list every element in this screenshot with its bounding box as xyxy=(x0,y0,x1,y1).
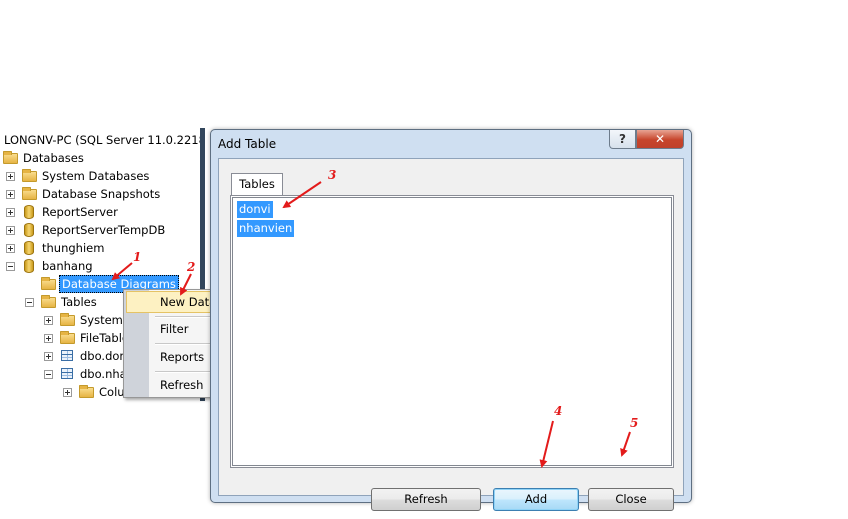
collapse-icon[interactable] xyxy=(6,262,15,271)
close-icon: ✕ xyxy=(654,132,666,146)
folder-icon xyxy=(79,385,94,398)
menu-item-label: Filter xyxy=(160,322,189,336)
help-icon: ? xyxy=(619,132,626,146)
snapshots-label: Database Snapshots xyxy=(42,187,161,201)
collapse-icon[interactable] xyxy=(25,298,34,307)
system-databases-label: System Databases xyxy=(42,169,150,183)
folder-icon xyxy=(41,295,56,308)
database-icon xyxy=(24,259,34,273)
tab-label: Tables xyxy=(239,177,275,191)
tab-tables[interactable]: Tables xyxy=(231,173,283,195)
close-button[interactable]: Close xyxy=(588,488,674,511)
expand-icon[interactable] xyxy=(6,190,15,199)
list-item-nhanvien[interactable]: nhanvien xyxy=(237,220,295,237)
folder-icon xyxy=(60,313,75,326)
expand-icon[interactable] xyxy=(63,388,72,397)
dialog-title: Add Table xyxy=(218,137,277,151)
database-icon xyxy=(24,241,34,255)
help-button[interactable]: ? xyxy=(609,130,636,149)
tables-label: Tables xyxy=(61,295,97,309)
columns-label: Colu xyxy=(99,385,125,399)
expand-icon[interactable] xyxy=(44,334,53,343)
expand-icon[interactable] xyxy=(6,208,15,217)
dbo-nhanvien-label: dbo.nha xyxy=(80,367,127,381)
tab-page: donvi nhanvien xyxy=(230,195,674,468)
tables-listbox[interactable]: donvi nhanvien xyxy=(232,197,672,466)
refresh-button[interactable]: Refresh xyxy=(371,488,481,511)
menu-item-label: Reports xyxy=(160,350,205,364)
thunghiem-label: thunghiem xyxy=(42,241,105,255)
list-item-donvi[interactable]: donvi xyxy=(237,201,273,218)
add-table-dialog: Add Table ? ✕ Tables donvi nhanvien Refr… xyxy=(210,129,692,511)
table-icon xyxy=(61,368,73,379)
collapse-icon[interactable] xyxy=(44,370,53,379)
dialog-client-area: Tables donvi nhanvien Refresh Add Close xyxy=(218,158,684,511)
reportserver-label: ReportServer xyxy=(42,205,118,219)
window-close-button[interactable]: ✕ xyxy=(636,130,684,149)
expand-icon[interactable] xyxy=(6,244,15,253)
databases-label: Databases xyxy=(23,151,84,165)
folder-icon xyxy=(22,169,37,182)
database-icon xyxy=(24,205,34,219)
folder-icon xyxy=(41,277,56,290)
folder-icon xyxy=(3,151,18,164)
filetables-label: FileTable xyxy=(80,331,129,345)
expand-icon[interactable] xyxy=(44,352,53,361)
reportservertempdb-label: ReportServerTempDB xyxy=(42,223,166,237)
expand-icon[interactable] xyxy=(44,316,53,325)
add-button[interactable]: Add xyxy=(493,488,579,511)
menu-item-label: Refresh xyxy=(160,378,204,392)
table-icon xyxy=(61,350,73,361)
database-icon xyxy=(24,223,34,237)
expand-icon[interactable] xyxy=(6,226,15,235)
server-label: LONGNV-PC (SQL Server 11.0.2218 - xyxy=(4,133,200,147)
banhang-label: banhang xyxy=(42,259,93,273)
dbo-donvi-label: dbo.don xyxy=(80,349,127,363)
folder-icon xyxy=(22,187,37,200)
folder-icon xyxy=(60,331,75,344)
expand-icon[interactable] xyxy=(6,172,15,181)
